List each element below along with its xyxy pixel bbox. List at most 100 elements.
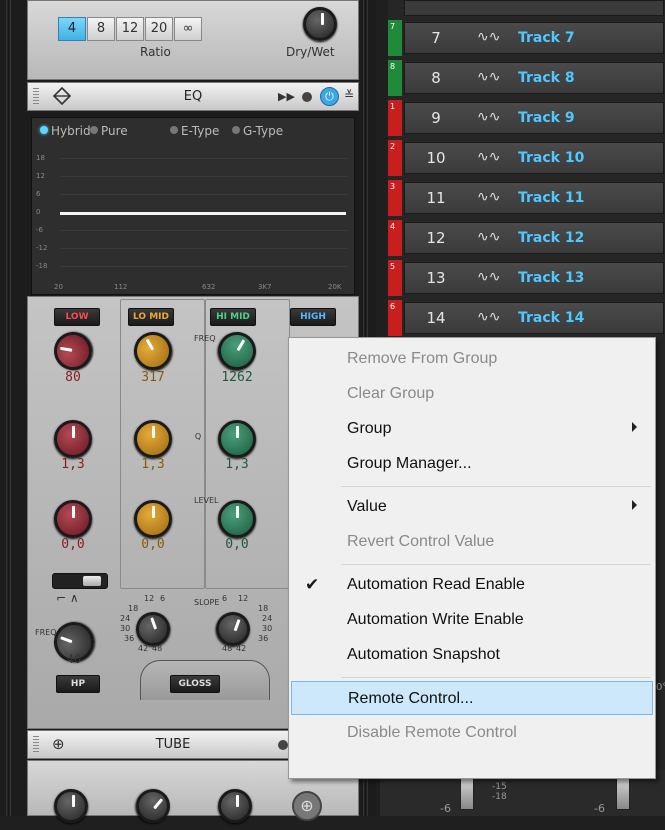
band-button-low[interactable]: LOW xyxy=(54,308,100,326)
band-button-high[interactable]: HIGH xyxy=(290,308,336,326)
track-color-tag[interactable]: 7 xyxy=(388,20,402,56)
level-side-label: LEVEL xyxy=(194,496,219,542)
tube-knob-3[interactable] xyxy=(218,789,252,823)
menu-item-label: Automation Write Enable xyxy=(347,611,524,628)
eq-mode-0[interactable]: Hybrid xyxy=(40,124,91,138)
tube-knob-2[interactable] xyxy=(129,782,177,830)
ratio-button-0[interactable]: 4 xyxy=(58,17,86,41)
low-level-value: 0,0 xyxy=(61,537,85,552)
track-name[interactable]: Track 9 xyxy=(518,110,575,126)
record-dot-icon[interactable] xyxy=(278,740,288,750)
tube-knob-1[interactable] xyxy=(54,789,88,823)
menu-item-automation-snapshot[interactable]: Automation Snapshot xyxy=(291,638,653,672)
db-tick-label: -12 xyxy=(36,244,48,252)
lomid-q-knob[interactable] xyxy=(134,420,172,458)
track-name[interactable]: Track 11 xyxy=(518,190,584,206)
track-header[interactable]: 11 ∿∿ Track 11 xyxy=(404,182,664,214)
track-header[interactable]: 10 ∿∿ Track 10 xyxy=(404,142,664,174)
menu-item-group[interactable]: Group xyxy=(291,412,653,446)
track-row[interactable]: 4 12 ∿∿ Track 12 xyxy=(388,220,665,256)
track-color-tag[interactable]: 2 xyxy=(388,140,402,176)
himid-freq-value: 1262 xyxy=(221,370,253,385)
low-shelf-switch[interactable] xyxy=(52,573,108,589)
track-row[interactable]: 6 14 ∿∿ Track 14 xyxy=(388,300,665,336)
eq-mode-1[interactable]: Pure xyxy=(90,124,128,138)
track-header[interactable]: 13 ∿∿ Track 13 xyxy=(404,262,664,294)
lomid-level-value: 0,0 xyxy=(141,537,165,552)
himid-q-knob[interactable] xyxy=(218,420,256,458)
menu-chevron-icon[interactable]: ≚ xyxy=(344,88,354,102)
track-color-tag[interactable]: 1 xyxy=(388,100,402,136)
track-name[interactable]: Track 13 xyxy=(518,270,584,286)
menu-item-group-manager[interactable]: Group Manager... xyxy=(291,447,653,481)
lomid-level-knob[interactable] xyxy=(134,500,172,538)
track-header[interactable]: 14 ∿∿ Track 14 xyxy=(404,302,664,334)
track-row[interactable]: 7 7 ∿∿ Track 7 xyxy=(388,20,665,56)
ratio-button-1[interactable]: 8 xyxy=(87,17,115,41)
eq-mode-3[interactable]: G-Type xyxy=(232,124,283,138)
himid-level-knob[interactable] xyxy=(218,500,256,538)
himid-q-value: 1,3 xyxy=(225,457,249,472)
menu-item-value[interactable]: Value xyxy=(291,490,653,524)
rack-rail-left xyxy=(6,0,11,816)
eq-mode-label: Hybrid xyxy=(51,124,91,138)
compressor-panel: 4 8 12 20 ∞ Ratio Dry/Wet xyxy=(27,0,359,80)
track-header[interactable]: 9 ∿∿ Track 9 xyxy=(404,102,664,134)
ratio-button-3[interactable]: 20 xyxy=(145,17,173,41)
track-row[interactable]: 3 11 ∿∿ Track 11 xyxy=(388,180,665,216)
fader-right[interactable] xyxy=(616,774,630,810)
low-q-knob[interactable] xyxy=(54,420,92,458)
eq-curve[interactable] xyxy=(60,212,346,215)
db-tick-label: -18 xyxy=(36,262,48,270)
menu-item-label: Group Manager... xyxy=(347,455,472,472)
track-color-tag[interactable]: 5 xyxy=(388,260,402,296)
db-tick-label: 6 xyxy=(36,190,41,198)
drywet-knob[interactable] xyxy=(303,7,337,41)
submenu-arrow-icon xyxy=(632,500,637,510)
radio-dot-icon xyxy=(170,126,178,134)
audio-waveform-icon: ∿∿ xyxy=(477,269,501,285)
track-row[interactable]: 5 13 ∿∿ Track 13 xyxy=(388,260,665,296)
track-color-tag[interactable]: 3 xyxy=(388,180,402,216)
eq-mode-2[interactable]: E-Type xyxy=(170,124,219,138)
track-name[interactable]: Track 12 xyxy=(518,230,584,246)
fader-left[interactable] xyxy=(460,774,474,810)
gloss-button[interactable]: GLOSS xyxy=(170,675,220,693)
menu-separator xyxy=(341,486,651,487)
track-header[interactable]: 8 ∿∿ Track 8 xyxy=(404,62,664,94)
track-row[interactable]: 1 9 ∿∿ Track 9 xyxy=(388,100,665,136)
menu-item-label: Group xyxy=(347,420,392,437)
track-name[interactable]: Track 10 xyxy=(518,150,584,166)
tube-icon-button[interactable]: ⊕ xyxy=(292,791,322,821)
track-color-tag[interactable]: 6 xyxy=(388,300,402,336)
hp-button[interactable]: HP xyxy=(56,675,100,693)
menu-item-remove-from-group[interactable]: Remove From Group xyxy=(291,342,653,376)
track-header[interactable]: 12 ∿∿ Track 12 xyxy=(404,222,664,254)
menu-item-automation-read-enable[interactable]: ✔ Automation Read Enable xyxy=(291,568,653,602)
power-button[interactable]: ⏻ xyxy=(320,87,339,106)
track-row[interactable]: 2 10 ∿∿ Track 10 xyxy=(388,140,665,176)
menu-item-automation-write-enable[interactable]: Automation Write Enable xyxy=(291,603,653,637)
track-name[interactable]: Track 8 xyxy=(518,70,575,86)
ratio-button-4[interactable]: ∞ xyxy=(174,17,202,41)
radio-dot-icon xyxy=(232,126,240,134)
track-header[interactable]: 7 ∿∿ Track 7 xyxy=(404,22,664,54)
track-color-tag[interactable]: 8 xyxy=(388,60,402,96)
record-dot-icon[interactable] xyxy=(302,92,312,102)
menu-item-remote-control[interactable]: Remote Control... xyxy=(291,681,653,715)
menu-item-clear-group[interactable]: Clear Group xyxy=(291,377,653,411)
low-level-knob[interactable] xyxy=(54,500,92,538)
track-name[interactable]: Track 7 xyxy=(518,30,575,46)
freq-tick-label: 20 xyxy=(54,283,63,291)
ratio-button-2[interactable]: 12 xyxy=(116,17,144,41)
menu-item-revert-control-value[interactable]: Revert Control Value xyxy=(291,525,653,559)
band-button-lo-mid[interactable]: LO MID xyxy=(128,308,174,326)
audio-waveform-icon: ∿∿ xyxy=(477,309,501,325)
track-color-tag[interactable]: 4 xyxy=(388,220,402,256)
menu-item-disable-remote-control[interactable]: Disable Remote Control xyxy=(291,716,653,750)
track-name[interactable]: Track 14 xyxy=(518,310,584,326)
band-button-hi-mid[interactable]: HI MID xyxy=(210,308,256,326)
track-row[interactable]: 8 8 ∿∿ Track 8 xyxy=(388,60,665,96)
menu-separator xyxy=(341,677,651,678)
fast-forward-icon[interactable]: ▶▶ xyxy=(278,90,295,103)
